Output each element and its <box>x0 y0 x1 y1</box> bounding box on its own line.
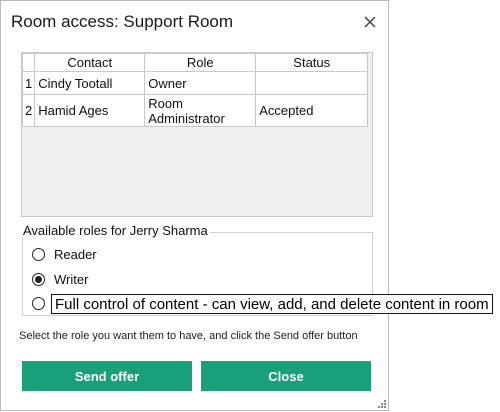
cell-role: Owner <box>144 71 257 95</box>
resize-grip-icon[interactable] <box>377 399 387 409</box>
dialog-title: Room access: Support Room <box>11 12 234 31</box>
radio-label: Reader <box>54 247 97 262</box>
column-header-role[interactable]: Role <box>144 53 257 72</box>
radio-selected-dot <box>35 276 42 283</box>
instruction-text: Select the role you want them to have, a… <box>19 330 358 342</box>
cell-contact: Cindy Tootall <box>34 71 146 95</box>
column-header-contact[interactable]: Contact <box>34 53 146 72</box>
radio-reader[interactable]: Reader <box>32 247 97 262</box>
cell-status: Accepted <box>255 94 369 127</box>
radio-writer[interactable]: Writer <box>32 272 88 287</box>
row-index: 2 <box>21 94 36 127</box>
table-row[interactable]: 1 Cindy Tootall Owner <box>21 71 369 95</box>
contacts-table: Contact Role Status 1 Cindy Tootall Owne… <box>21 52 373 217</box>
radio-circle[interactable] <box>32 273 45 286</box>
row-index-header <box>21 53 36 72</box>
radio-circle[interactable] <box>32 297 45 310</box>
close-button[interactable]: Close <box>201 361 371 391</box>
cell-status <box>255 71 369 95</box>
role-tooltip: Full control of content - can view, add,… <box>51 294 493 314</box>
close-icon[interactable] <box>359 11 381 33</box>
roles-group-label: Available roles for Jerry Sharma <box>21 223 210 238</box>
cell-contact: Hamid Ages <box>34 94 146 127</box>
cell-role: Room Administrator <box>144 94 257 127</box>
send-offer-button[interactable]: Send offer <box>22 361 192 391</box>
radio-label: Writer <box>54 272 89 287</box>
table-row[interactable]: 2 Hamid Ages Room Administrator Accepted <box>21 94 369 127</box>
radio-circle[interactable] <box>32 248 45 261</box>
room-access-dialog: Room access: Support Room Contact Role S… <box>0 0 389 411</box>
row-index: 1 <box>21 71 36 95</box>
column-header-status[interactable]: Status <box>255 53 369 72</box>
